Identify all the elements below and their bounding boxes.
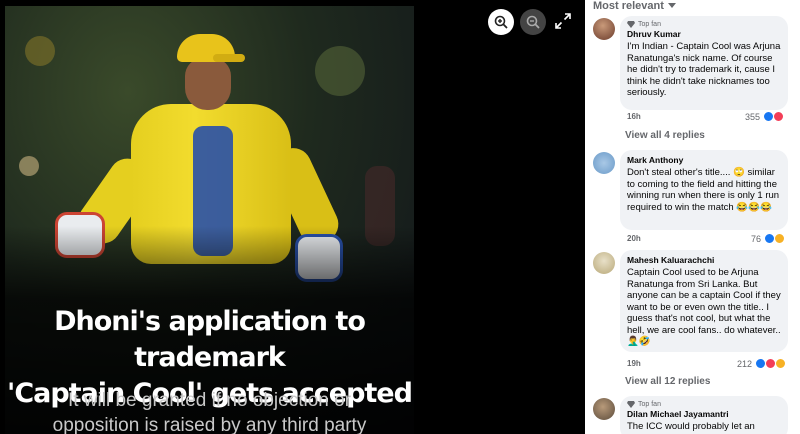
zoom-in-button[interactable] — [488, 9, 514, 35]
subhead-line: opposition is raised by any third party — [52, 415, 367, 434]
sort-dropdown[interactable]: Most relevant — [593, 0, 676, 12]
zoom-out-button[interactable] — [520, 9, 546, 35]
subhead-line: It will be granted if no objection or — [67, 390, 352, 411]
love-icon — [773, 111, 785, 122]
avatar[interactable] — [593, 398, 615, 420]
reaction-count: 76 — [751, 233, 762, 244]
cap-brim — [213, 54, 245, 62]
crowd-blur — [25, 36, 55, 66]
photo-subheadline: It will be granted if no objection or op… — [5, 388, 414, 434]
avatar[interactable] — [593, 152, 615, 174]
zoom-in-icon — [494, 15, 508, 29]
view-replies-link[interactable]: View all 12 replies — [625, 376, 710, 387]
comment-author[interactable]: Dilan Michael Jayamantri — [627, 409, 781, 420]
crowd-blur — [19, 156, 39, 176]
comment-text: Don't steal other's title.... 🙄 similar … — [627, 167, 780, 213]
reaction-summary[interactable]: 76 — [751, 233, 786, 244]
post-photo[interactable]: Dhoni's application to trademark 'Captai… — [5, 6, 414, 434]
reaction-count: 212 — [737, 358, 753, 369]
diamond-icon — [627, 21, 635, 28]
comment-author[interactable]: Mark Anthony — [627, 155, 781, 166]
comment-bubble: Top fan Dhruv Kumar I'm Indian - Captain… — [620, 16, 788, 110]
top-fan-badge: Top fan — [627, 401, 781, 408]
comment-author[interactable]: Mahesh Kaluarachchi — [627, 255, 781, 266]
haha-icon — [774, 233, 786, 244]
comment-bubble: Mahesh Kaluarachchi Captain Cool used to… — [620, 250, 788, 352]
crowd-blur — [315, 46, 365, 96]
caret-down-icon — [667, 3, 676, 8]
avatar[interactable] — [593, 252, 615, 274]
haha-icon — [775, 358, 787, 369]
player-head — [185, 58, 231, 110]
badge-label: Top fan — [638, 401, 661, 408]
comment-text: I'm Indian - Captain Cool was Arjuna Ran… — [627, 41, 781, 98]
comment-bubble: Top fan Dilan Michael Jayamantri The ICC… — [620, 396, 788, 434]
reaction-summary[interactable]: 355 — [745, 111, 785, 122]
zoom-out-icon — [526, 15, 540, 29]
view-replies-link[interactable]: View all 4 replies — [625, 130, 705, 141]
badge-label: Top fan — [638, 21, 661, 28]
comment-timestamp[interactable]: 20h — [627, 234, 641, 243]
headline-line: Dhoni's application to trademark — [54, 306, 366, 373]
top-fan-badge: Top fan — [627, 21, 781, 28]
comment-author[interactable]: Dhruv Kumar — [627, 29, 781, 40]
avatar[interactable] — [593, 18, 615, 40]
comment-timestamp[interactable]: 19h — [627, 359, 641, 368]
reaction-count: 355 — [745, 111, 761, 122]
reaction-summary[interactable]: 212 — [737, 358, 787, 369]
comment-text: Captain Cool used to be Arjuna Ranatunga… — [627, 267, 781, 347]
comment-text: The ICC would probably let an — [627, 421, 755, 432]
photo-viewer: Dhoni's application to trademark 'Captai… — [0, 0, 585, 434]
comment-timestamp[interactable]: 16h — [627, 112, 641, 121]
fullscreen-icon[interactable] — [554, 12, 572, 30]
comment-bubble: Mark Anthony Don't steal other's title..… — [620, 150, 788, 230]
sort-label: Most relevant — [593, 0, 664, 12]
diamond-icon — [627, 401, 635, 408]
comments-panel: Most relevant Top fan Dhruv Kumar I'm In… — [585, 0, 800, 434]
